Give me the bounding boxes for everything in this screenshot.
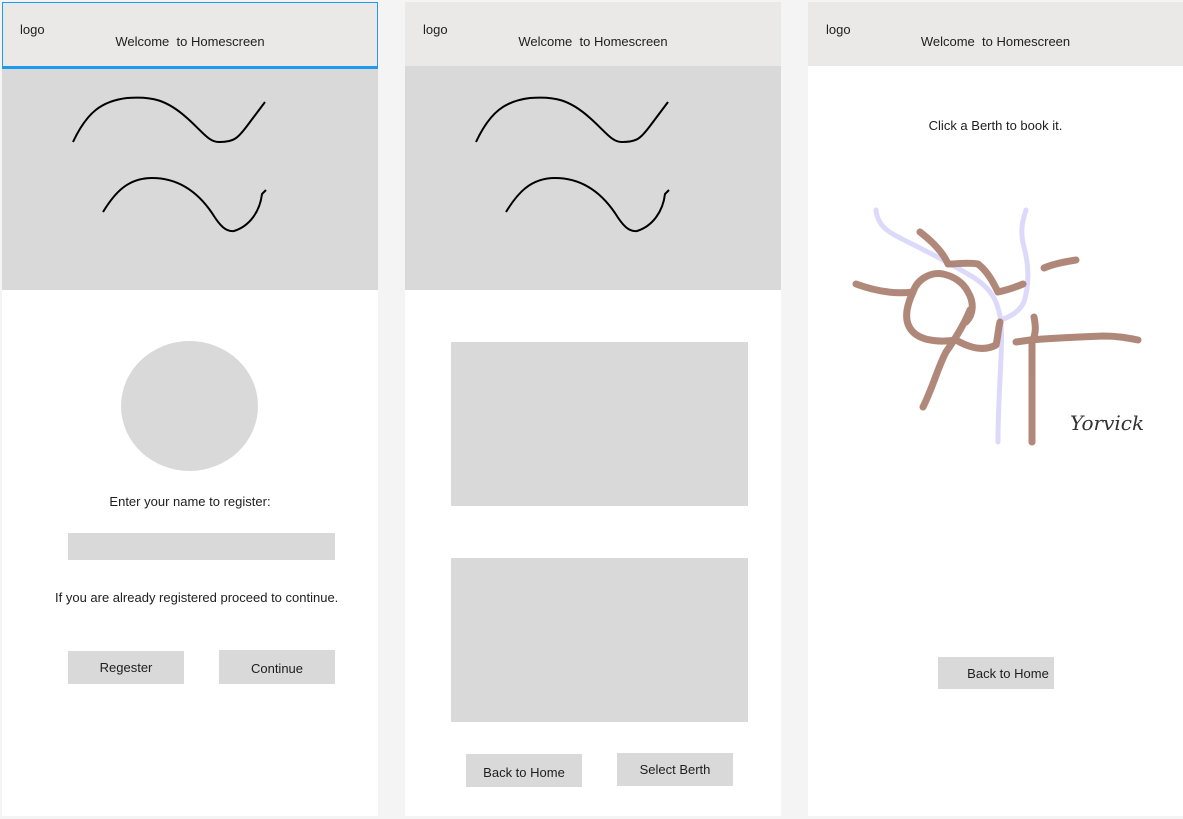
hero-squiggle-drawing bbox=[475, 96, 670, 233]
header: logo Welcome to Homescreen bbox=[808, 2, 1183, 66]
register-prompt: Enter your name to register: bbox=[109, 494, 271, 509]
instruction-text: Click a Berth to book it. bbox=[928, 118, 1063, 133]
back-to-home-button[interactable]: Back to Home bbox=[938, 657, 1054, 689]
hero-squiggle-drawing bbox=[72, 96, 267, 233]
hero-image-placeholder bbox=[2, 66, 378, 290]
name-input[interactable] bbox=[68, 533, 335, 560]
already-registered-text: If you are already registered proceed to… bbox=[55, 590, 339, 605]
back-to-home-button[interactable]: Back to Home bbox=[466, 754, 582, 787]
page-title: Welcome to Homescreen bbox=[920, 34, 1071, 49]
page-title: Welcome to Homescreen bbox=[518, 34, 668, 49]
berth-map-image[interactable]: Yorvick bbox=[848, 202, 1148, 452]
register-button[interactable]: Regester bbox=[68, 651, 184, 684]
hero-image-placeholder bbox=[405, 66, 781, 290]
content-card[interactable] bbox=[451, 558, 748, 722]
header: logo Welcome to Homescreen bbox=[405, 2, 781, 66]
register-screen: logo Welcome to Homescreen Enter your na… bbox=[2, 2, 378, 816]
select-berth-button[interactable]: Select Berth bbox=[617, 753, 733, 786]
continue-button[interactable]: Continue bbox=[219, 650, 335, 684]
content-card[interactable] bbox=[451, 342, 748, 506]
avatar-placeholder bbox=[121, 341, 258, 471]
berth-map-screen: logo Welcome to Homescreen Click a Berth… bbox=[808, 2, 1183, 816]
home-screen: logo Welcome to Homescreen Back to Home … bbox=[405, 2, 781, 816]
header: logo Welcome to Homescreen bbox=[2, 2, 378, 66]
page-title: Welcome to Homescreen bbox=[115, 34, 265, 49]
map-signature: Yorvick bbox=[1070, 411, 1144, 435]
